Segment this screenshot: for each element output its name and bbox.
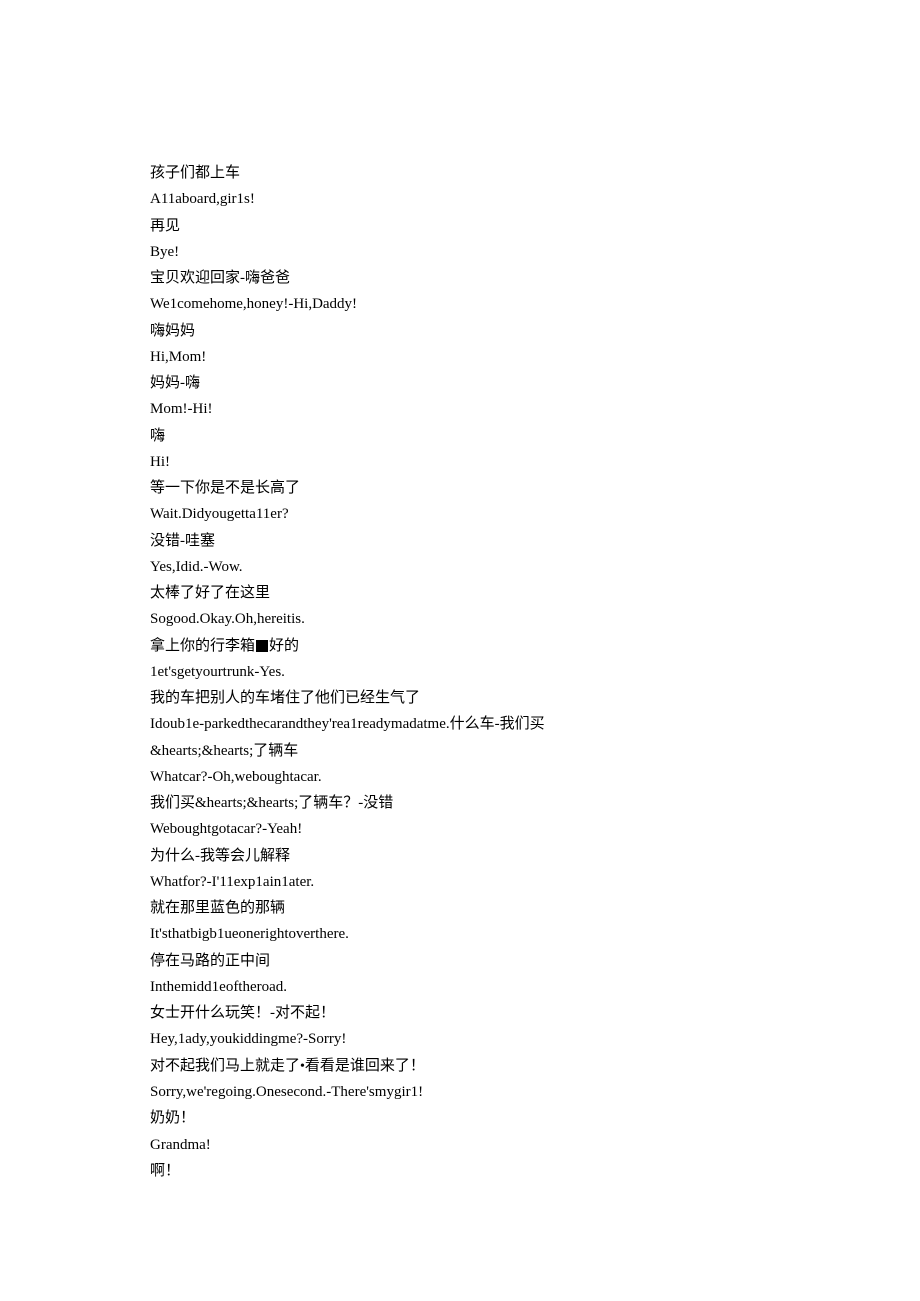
text-line: 为什么-我等会儿解释 bbox=[150, 843, 770, 869]
text-line: Whatfor?-I'11exp1ain1ater. bbox=[150, 869, 770, 895]
bullet-icon: • bbox=[300, 1059, 305, 1074]
text-line: &hearts;&hearts;了辆车 bbox=[150, 738, 770, 764]
text-line: 我的车把别人的车堵住了他们已经生气了 bbox=[150, 685, 770, 711]
text-line: Hi! bbox=[150, 449, 770, 475]
text-line: Weboughtgotacar?-Yeah! bbox=[150, 816, 770, 842]
text-line: Sorry,we'regoing.Onesecond.-There'smygir… bbox=[150, 1079, 770, 1105]
text-line: 太棒了好了在这里 bbox=[150, 580, 770, 606]
text-line: 拿上你的行李箱好的 bbox=[150, 633, 770, 659]
text-line: Wait.Didyougetta11er? bbox=[150, 501, 770, 527]
text-line: It'sthatbigb1ueonerightoverthere. bbox=[150, 921, 770, 947]
text-line: Bye! bbox=[150, 239, 770, 265]
square-marker-icon bbox=[256, 640, 268, 652]
text-line: Hey,1ady,youkiddingme?-Sorry! bbox=[150, 1026, 770, 1052]
text-line: Sogood.Okay.Oh,hereitis. bbox=[150, 606, 770, 632]
text-line: 就在那里蓝色的那辆 bbox=[150, 895, 770, 921]
text-line: 妈妈-嗨 bbox=[150, 370, 770, 396]
text-line: 宝贝欢迎回家-嗨爸爸 bbox=[150, 265, 770, 291]
text-line: 停在马路的正中间 bbox=[150, 948, 770, 974]
text-line: 没错-哇塞 bbox=[150, 528, 770, 554]
text-line: Whatcar?-Oh,weboughtacar. bbox=[150, 764, 770, 790]
document-content: 孩子们都上车A11aboard,gir1s!再见Bye!宝贝欢迎回家-嗨爸爸We… bbox=[150, 160, 770, 1184]
text-line: A11aboard,gir1s! bbox=[150, 186, 770, 212]
text-line: 奶奶！ bbox=[150, 1105, 770, 1131]
text-line: We1comehome,honey!-Hi,Daddy! bbox=[150, 291, 770, 317]
text-line: 1et'sgetyourtrunk-Yes. bbox=[150, 659, 770, 685]
text-line: 等一下你是不是长高了 bbox=[150, 475, 770, 501]
text-line: 嗨 bbox=[150, 423, 770, 449]
text-line: 嗨妈妈 bbox=[150, 318, 770, 344]
text-line: 女士开什么玩笑！-对不起！ bbox=[150, 1000, 770, 1026]
text-line: Inthemidd1eoftheroad. bbox=[150, 974, 770, 1000]
text-line: 对不起我们马上就走了•看看是谁回来了！ bbox=[150, 1053, 770, 1080]
text-line: Hi,Mom! bbox=[150, 344, 770, 370]
text-line: 孩子们都上车 bbox=[150, 160, 770, 186]
text-line: Yes,Idid.-Wow. bbox=[150, 554, 770, 580]
text-line: Idoub1e-parkedthecarandthey'rea1readymad… bbox=[150, 711, 770, 737]
text-line: Grandma! bbox=[150, 1132, 770, 1158]
text-line: 我们买&hearts;&hearts;了辆车？-没错 bbox=[150, 790, 770, 816]
text-line: 再见 bbox=[150, 213, 770, 239]
text-line: 啊！ bbox=[150, 1158, 770, 1184]
text-line: Mom!-Hi! bbox=[150, 396, 770, 422]
